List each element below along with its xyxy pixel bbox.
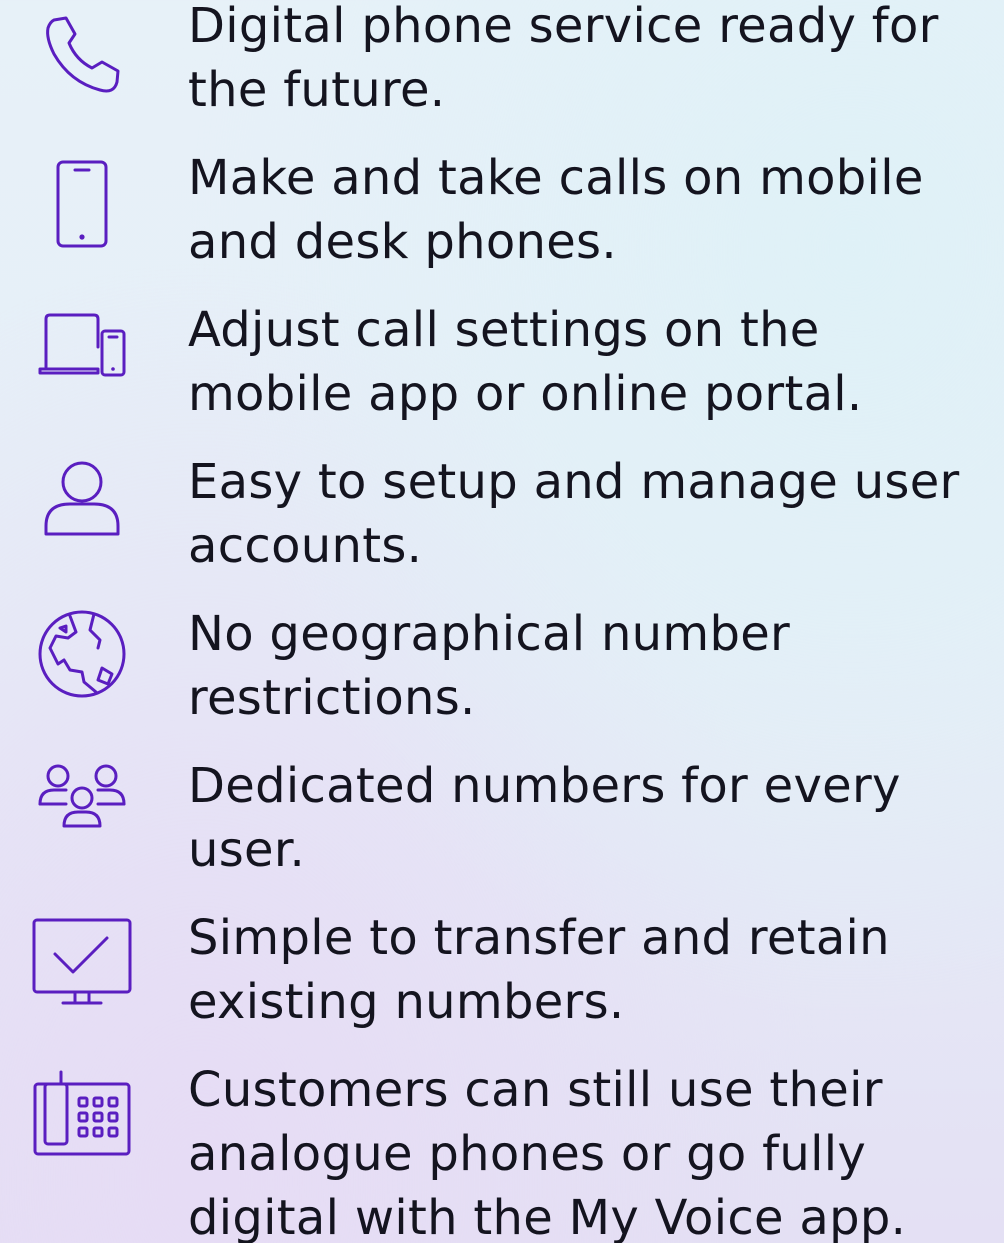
feature-text: No geographical number restrictions. [188,606,791,726]
feature-text: Easy to setup and manage user accounts. [188,454,960,574]
feature-text: Make and take calls on mobile and desk p… [188,150,924,270]
feature-text: Adjust call settings on the mobile app o… [188,302,863,422]
feature-text: Digital phone service ready for the futu… [188,0,939,118]
feature-list: Digital phone service ready for the futu… [0,0,1004,1243]
mobile-phone-icon [30,156,134,252]
globe-icon [30,608,134,700]
phone-handset-icon [30,4,134,100]
user-icon [30,456,134,540]
desk-phone-icon [30,1068,134,1160]
user-group-icon [30,760,134,832]
feature-text: Simple to transfer and retain existing n… [188,910,890,1030]
monitor-checkmark-icon [30,916,134,1008]
laptop-and-phone-icon [30,304,134,384]
feature-text: Dedicated numbers for every user. [188,758,901,878]
feature-text: Customers can still use their analogue p… [188,1062,907,1243]
